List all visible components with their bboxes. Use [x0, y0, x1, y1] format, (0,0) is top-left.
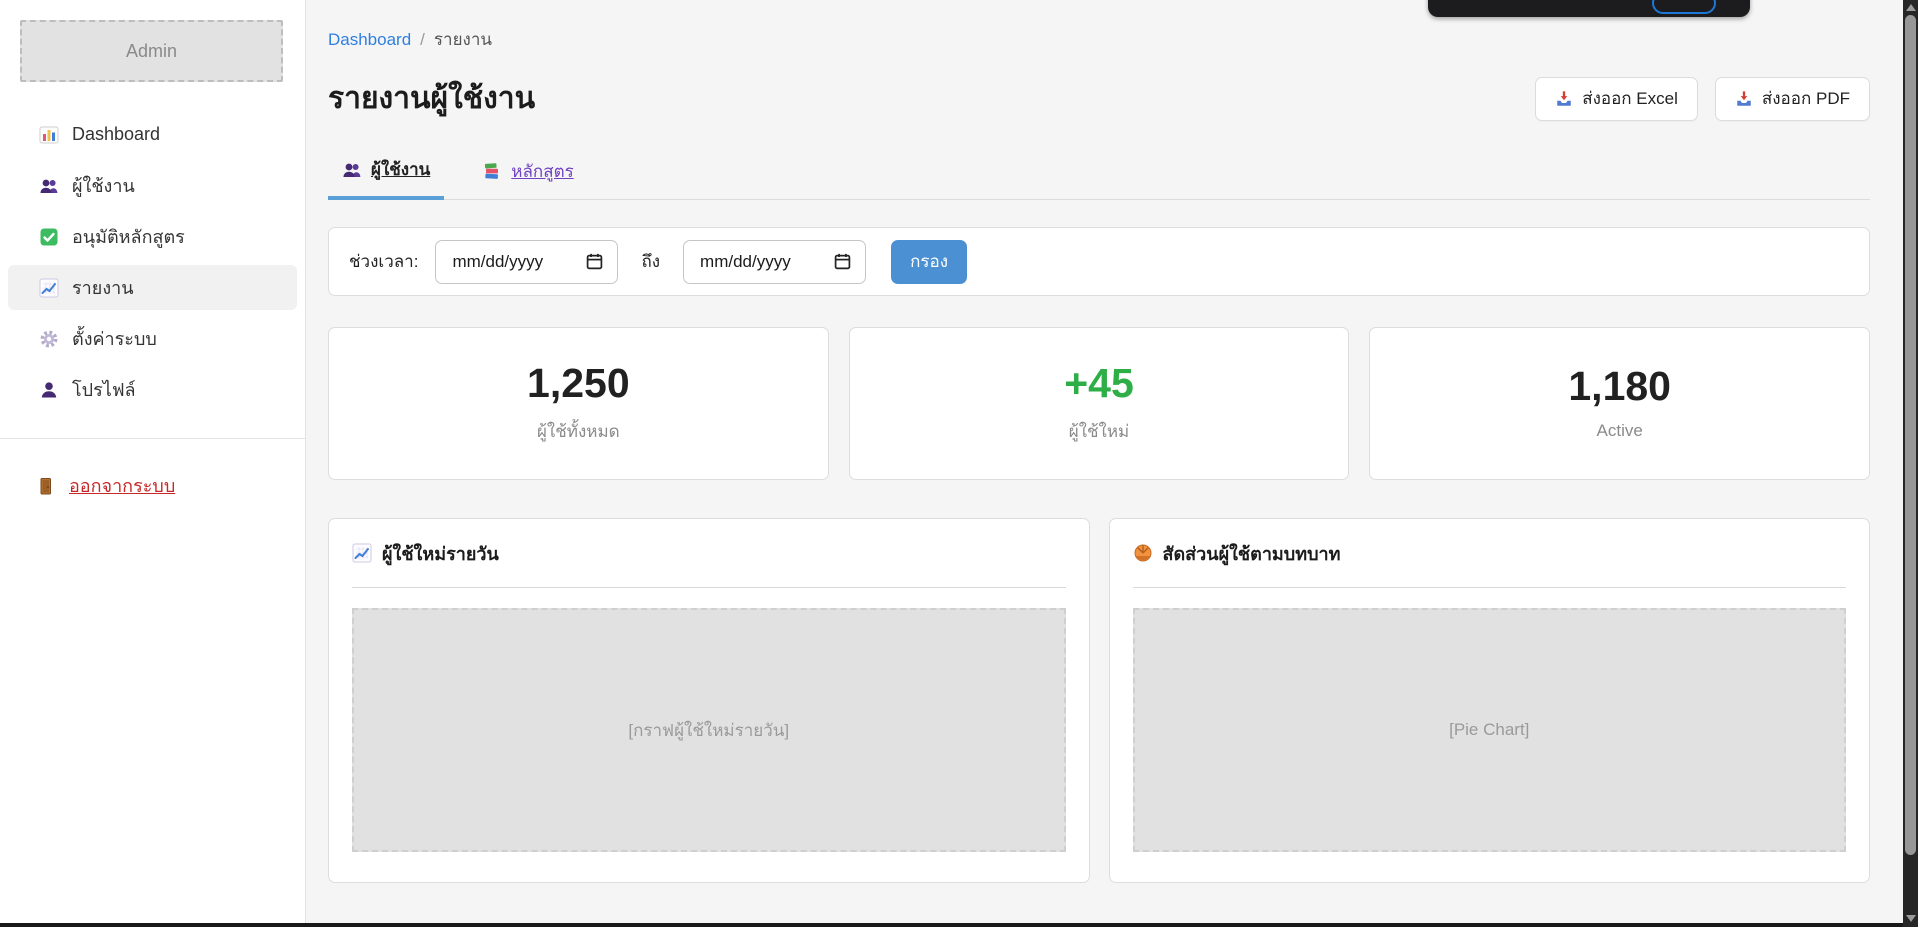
- tab-bar: ผู้ใช้งาน หลักสูตร: [328, 156, 1870, 200]
- start-date-input[interactable]: mm/dd/yyyy: [435, 240, 618, 284]
- chart-card-users-by-role: สัดส่วนผู้ใช้ตามบทบาท [Pie Chart]: [1109, 518, 1871, 883]
- logo-admin: Admin: [20, 20, 283, 82]
- sidebar-item-label: อนุมัติหลักสูตร: [72, 222, 185, 251]
- line-chart-icon: [352, 543, 372, 563]
- chart-title: สัดส่วนผู้ใช้ตามบทบาท: [1163, 539, 1341, 568]
- filter-button[interactable]: กรอง: [891, 240, 967, 284]
- stat-card-new-users: +45 ผู้ใช้ใหม่: [849, 327, 1350, 480]
- tab-courses-label: หลักสูตร: [511, 158, 573, 185]
- inbox-tray-icon: [1555, 90, 1573, 108]
- scrollbar[interactable]: [1903, 0, 1918, 927]
- title-row: รายงานผู้ใช้งาน ส่งออก Excel ส่งออก PDF: [328, 75, 1870, 122]
- users-icon: [342, 160, 362, 180]
- end-date-value: mm/dd/yyyy: [700, 252, 791, 272]
- bar-chart-icon: [39, 125, 59, 145]
- chart-placeholder-pie: [Pie Chart]: [1133, 608, 1847, 852]
- chart-card-daily-new-users: ผู้ใช้ใหม่รายวัน [กราฟผู้ใช้ใหม่รายวัน]: [328, 518, 1090, 883]
- sidebar-item-profile[interactable]: โปรไฟล์: [8, 367, 297, 412]
- sidebar-item-users[interactable]: ผู้ใช้งาน: [8, 163, 297, 208]
- breadcrumb-current: รายงาน: [434, 26, 492, 53]
- scroll-down-icon[interactable]: [1906, 915, 1916, 922]
- sidebar-item-label: โปรไฟล์: [72, 375, 136, 404]
- sidebar-item-reports[interactable]: รายงาน: [8, 265, 297, 310]
- stat-card-active-users: 1,180 Active: [1369, 327, 1870, 480]
- sidebar-item-settings[interactable]: ตั้งค่าระบบ: [8, 316, 297, 361]
- breadcrumb-separator: /: [420, 30, 425, 50]
- chart-header: สัดส่วนผู้ใช้ตามบทบาท: [1133, 519, 1847, 588]
- stat-value: 1,180: [1568, 366, 1671, 407]
- sidebar: Admin Dashboard ผู้ใช้งาน อนุมัติหลักสูต…: [0, 0, 306, 927]
- stat-label: ผู้ใช้ใหม่: [1069, 418, 1130, 445]
- breadcrumb-dashboard-link[interactable]: Dashboard: [328, 30, 411, 50]
- breadcrumb: Dashboard / รายงาน: [328, 26, 1870, 53]
- chart-title: ผู้ใช้ใหม่รายวัน: [382, 539, 499, 568]
- stat-label: ผู้ใช้ทั้งหมด: [537, 418, 620, 445]
- tab-courses[interactable]: หลักสูตร: [468, 156, 587, 199]
- books-icon: [482, 161, 502, 181]
- pie-icon: [1133, 543, 1153, 563]
- sidebar-item-dashboard[interactable]: Dashboard: [8, 112, 297, 157]
- charts-row: ผู้ใช้ใหม่รายวัน [กราฟผู้ใช้ใหม่รายวัน] …: [328, 518, 1870, 883]
- users-icon: [39, 176, 59, 196]
- stats-row: 1,250 ผู้ใช้ทั้งหมด +45 ผู้ใช้ใหม่ 1,180…: [328, 327, 1870, 480]
- notification-toast[interactable]: [1428, 0, 1750, 17]
- export-buttons: ส่งออก Excel ส่งออก PDF: [1535, 77, 1870, 121]
- sidebar-item-approve-courses[interactable]: อนุมัติหลักสูตร: [8, 214, 297, 259]
- tab-users-label: ผู้ใช้งาน: [371, 156, 430, 183]
- export-excel-button[interactable]: ส่งออก Excel: [1535, 77, 1698, 121]
- sidebar-nav: Dashboard ผู้ใช้งาน อนุมัติหลักสูตร รายง…: [0, 112, 305, 412]
- logo-label: Admin: [126, 41, 177, 62]
- sidebar-item-label: ผู้ใช้งาน: [72, 171, 135, 200]
- chart-header: ผู้ใช้ใหม่รายวัน: [352, 519, 1066, 588]
- gear-icon: [39, 329, 59, 349]
- date-range-label: ช่วงเวลา:: [349, 248, 418, 275]
- tab-users[interactable]: ผู้ใช้งาน: [328, 156, 444, 200]
- chart-placeholder-daily-new-users: [กราฟผู้ใช้ใหม่รายวัน]: [352, 608, 1066, 852]
- chart-placeholder-text: [กราฟผู้ใช้ใหม่รายวัน]: [628, 717, 789, 744]
- export-pdf-label: ส่งออก PDF: [1762, 85, 1850, 112]
- scrollbar-thumb[interactable]: [1905, 15, 1916, 855]
- check-icon: [39, 227, 59, 247]
- toast-button-outline[interactable]: [1652, 0, 1716, 14]
- sidebar-item-label: ตั้งค่าระบบ: [72, 324, 157, 353]
- logout-link[interactable]: ออกจากระบบ: [0, 471, 305, 500]
- app-window: Admin Dashboard ผู้ใช้งาน อนุมัติหลักสูต…: [0, 0, 1918, 927]
- stat-value: +45: [1064, 363, 1134, 404]
- export-pdf-button[interactable]: ส่งออก PDF: [1715, 77, 1870, 121]
- stat-value: 1,250: [527, 363, 630, 404]
- window-bottom-edge: [0, 923, 1903, 927]
- page-title: รายงานผู้ใช้งาน: [328, 75, 535, 122]
- stat-card-total-users: 1,250 ผู้ใช้ทั้งหมด: [328, 327, 829, 480]
- sidebar-item-label: Dashboard: [72, 124, 160, 145]
- calendar-icon[interactable]: [586, 253, 603, 270]
- scroll-up-icon[interactable]: [1906, 4, 1916, 11]
- logout-label: ออกจากระบบ: [69, 471, 175, 500]
- stat-label: Active: [1597, 421, 1643, 441]
- door-icon: [36, 476, 56, 496]
- filter-panel: ช่วงเวลา: mm/dd/yyyy ถึง mm/dd/yyyy กรอง: [328, 227, 1870, 296]
- start-date-value: mm/dd/yyyy: [452, 252, 543, 272]
- inbox-tray-icon: [1735, 90, 1753, 108]
- end-date-input[interactable]: mm/dd/yyyy: [683, 240, 866, 284]
- main-content: Dashboard / รายงาน รายงานผู้ใช้งาน ส่งออ…: [306, 0, 1903, 927]
- export-excel-label: ส่งออก Excel: [1582, 85, 1678, 112]
- line-chart-icon: [39, 278, 59, 298]
- sidebar-divider: [0, 438, 305, 439]
- sidebar-item-label: รายงาน: [72, 273, 134, 302]
- to-label: ถึง: [641, 248, 660, 275]
- person-icon: [39, 380, 59, 400]
- calendar-icon[interactable]: [834, 253, 851, 270]
- chart-placeholder-text: [Pie Chart]: [1449, 720, 1529, 740]
